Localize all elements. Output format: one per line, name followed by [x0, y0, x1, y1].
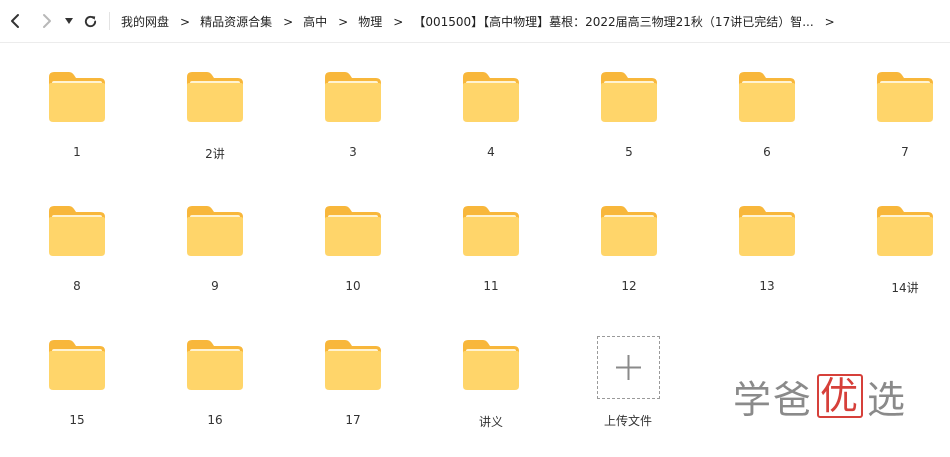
folder-icon [739, 206, 795, 256]
folder-item[interactable]: 10 [303, 203, 403, 323]
folder-item[interactable]: 讲义 [441, 337, 541, 457]
back-button[interactable] [4, 10, 26, 32]
nav-divider [109, 12, 110, 30]
folder-item[interactable]: 6 [717, 69, 817, 189]
folder-item[interactable]: 13 [717, 203, 817, 323]
folder-icon [463, 206, 519, 256]
chevron-right-icon [43, 14, 51, 28]
folder-item[interactable]: 4 [441, 69, 541, 189]
folder-item[interactable]: 15 [27, 337, 127, 457]
folder-name: 8 [73, 279, 81, 293]
folder-name: 3 [349, 145, 357, 159]
forward-button[interactable] [36, 10, 58, 32]
folder-name: 7 [901, 145, 909, 159]
folder-icon [187, 340, 243, 390]
breadcrumb: 我的网盘 > 精品资源合集 > 高中 > 物理 > 【001500】【高中物理】… [121, 0, 950, 43]
folder-item[interactable]: 14讲 [855, 203, 950, 323]
folder-icon [463, 340, 519, 390]
folder-name: 6 [763, 145, 771, 159]
watermark-text: 选 [867, 377, 908, 422]
folder-name: 4 [487, 145, 495, 159]
folder-name: 13 [759, 279, 775, 293]
navigation-bar: 我的网盘 > 精品资源合集 > 高中 > 物理 > 【001500】【高中物理】… [0, 0, 950, 43]
folder-item[interactable]: 7 [855, 69, 950, 189]
folder-name: 2讲 [205, 147, 225, 161]
folder-item[interactable]: 5 [579, 69, 679, 189]
folder-icon [187, 206, 243, 256]
folder-icon [877, 206, 933, 256]
folder-icon [601, 206, 657, 256]
folder-item[interactable]: 1 [27, 69, 127, 189]
breadcrumb-item-physics[interactable]: 物理 [358, 13, 382, 30]
breadcrumb-separator: > [283, 14, 294, 29]
breadcrumb-item-my-drive[interactable]: 我的网盘 [121, 13, 169, 30]
caret-down-icon [65, 18, 73, 24]
refresh-button[interactable] [80, 10, 100, 32]
plus-icon [616, 355, 641, 380]
upload-file-button[interactable] [597, 336, 660, 399]
folder-item[interactable]: 3 [303, 69, 403, 189]
folder-name: 讲义 [478, 415, 503, 429]
folder-icon [49, 72, 105, 122]
watermark-logo: 学爸 优 选 [733, 373, 907, 422]
folder-item[interactable]: 8 [27, 203, 127, 323]
folder-name: 9 [211, 279, 219, 293]
breadcrumb-item-resources[interactable]: 精品资源合集 [200, 13, 272, 30]
folder-name: 17 [345, 413, 361, 427]
watermark-seal: 优 [817, 374, 864, 418]
folder-icon [325, 206, 381, 256]
folder-item[interactable]: 2讲 [165, 69, 265, 189]
folder-icon [187, 72, 243, 122]
folder-icon [325, 72, 381, 122]
folder-icon [49, 340, 105, 390]
breadcrumb-separator: > [393, 14, 404, 29]
breadcrumb-item-current-folder[interactable]: 【001500】【高中物理】墓根：2022届高三物理21秋（17讲已完结）智..… [413, 13, 813, 30]
folder-icon [601, 72, 657, 122]
folder-name: 1 [73, 145, 81, 159]
breadcrumb-separator: > [180, 14, 191, 29]
folder-item[interactable]: 12 [579, 203, 679, 323]
folder-name: 14讲 [891, 281, 919, 295]
history-dropdown-button[interactable] [62, 10, 76, 32]
folder-item[interactable]: 9 [165, 203, 265, 323]
folder-icon [739, 72, 795, 122]
folder-icon [463, 72, 519, 122]
folder-icon [325, 340, 381, 390]
folder-item[interactable]: 11 [441, 203, 541, 323]
folder-icon [49, 206, 105, 256]
breadcrumb-item-high-school[interactable]: 高中 [303, 13, 327, 30]
folder-name: 15 [69, 413, 85, 427]
folder-name: 16 [207, 413, 223, 427]
chevron-left-icon [11, 14, 19, 28]
folder-icon [877, 72, 933, 122]
watermark-text: 学爸 [733, 377, 814, 422]
folder-name: 12 [621, 279, 637, 293]
upload-file-label[interactable]: 上传文件 [578, 412, 678, 429]
folder-item[interactable]: 17 [303, 337, 403, 457]
breadcrumb-overflow-chevron[interactable]: > [825, 15, 835, 29]
folder-name: 11 [483, 279, 499, 293]
folder-name: 5 [625, 145, 633, 159]
folder-name: 10 [345, 279, 361, 293]
breadcrumb-separator: > [338, 14, 349, 29]
folder-item[interactable]: 16 [165, 337, 265, 457]
refresh-icon [84, 15, 96, 27]
